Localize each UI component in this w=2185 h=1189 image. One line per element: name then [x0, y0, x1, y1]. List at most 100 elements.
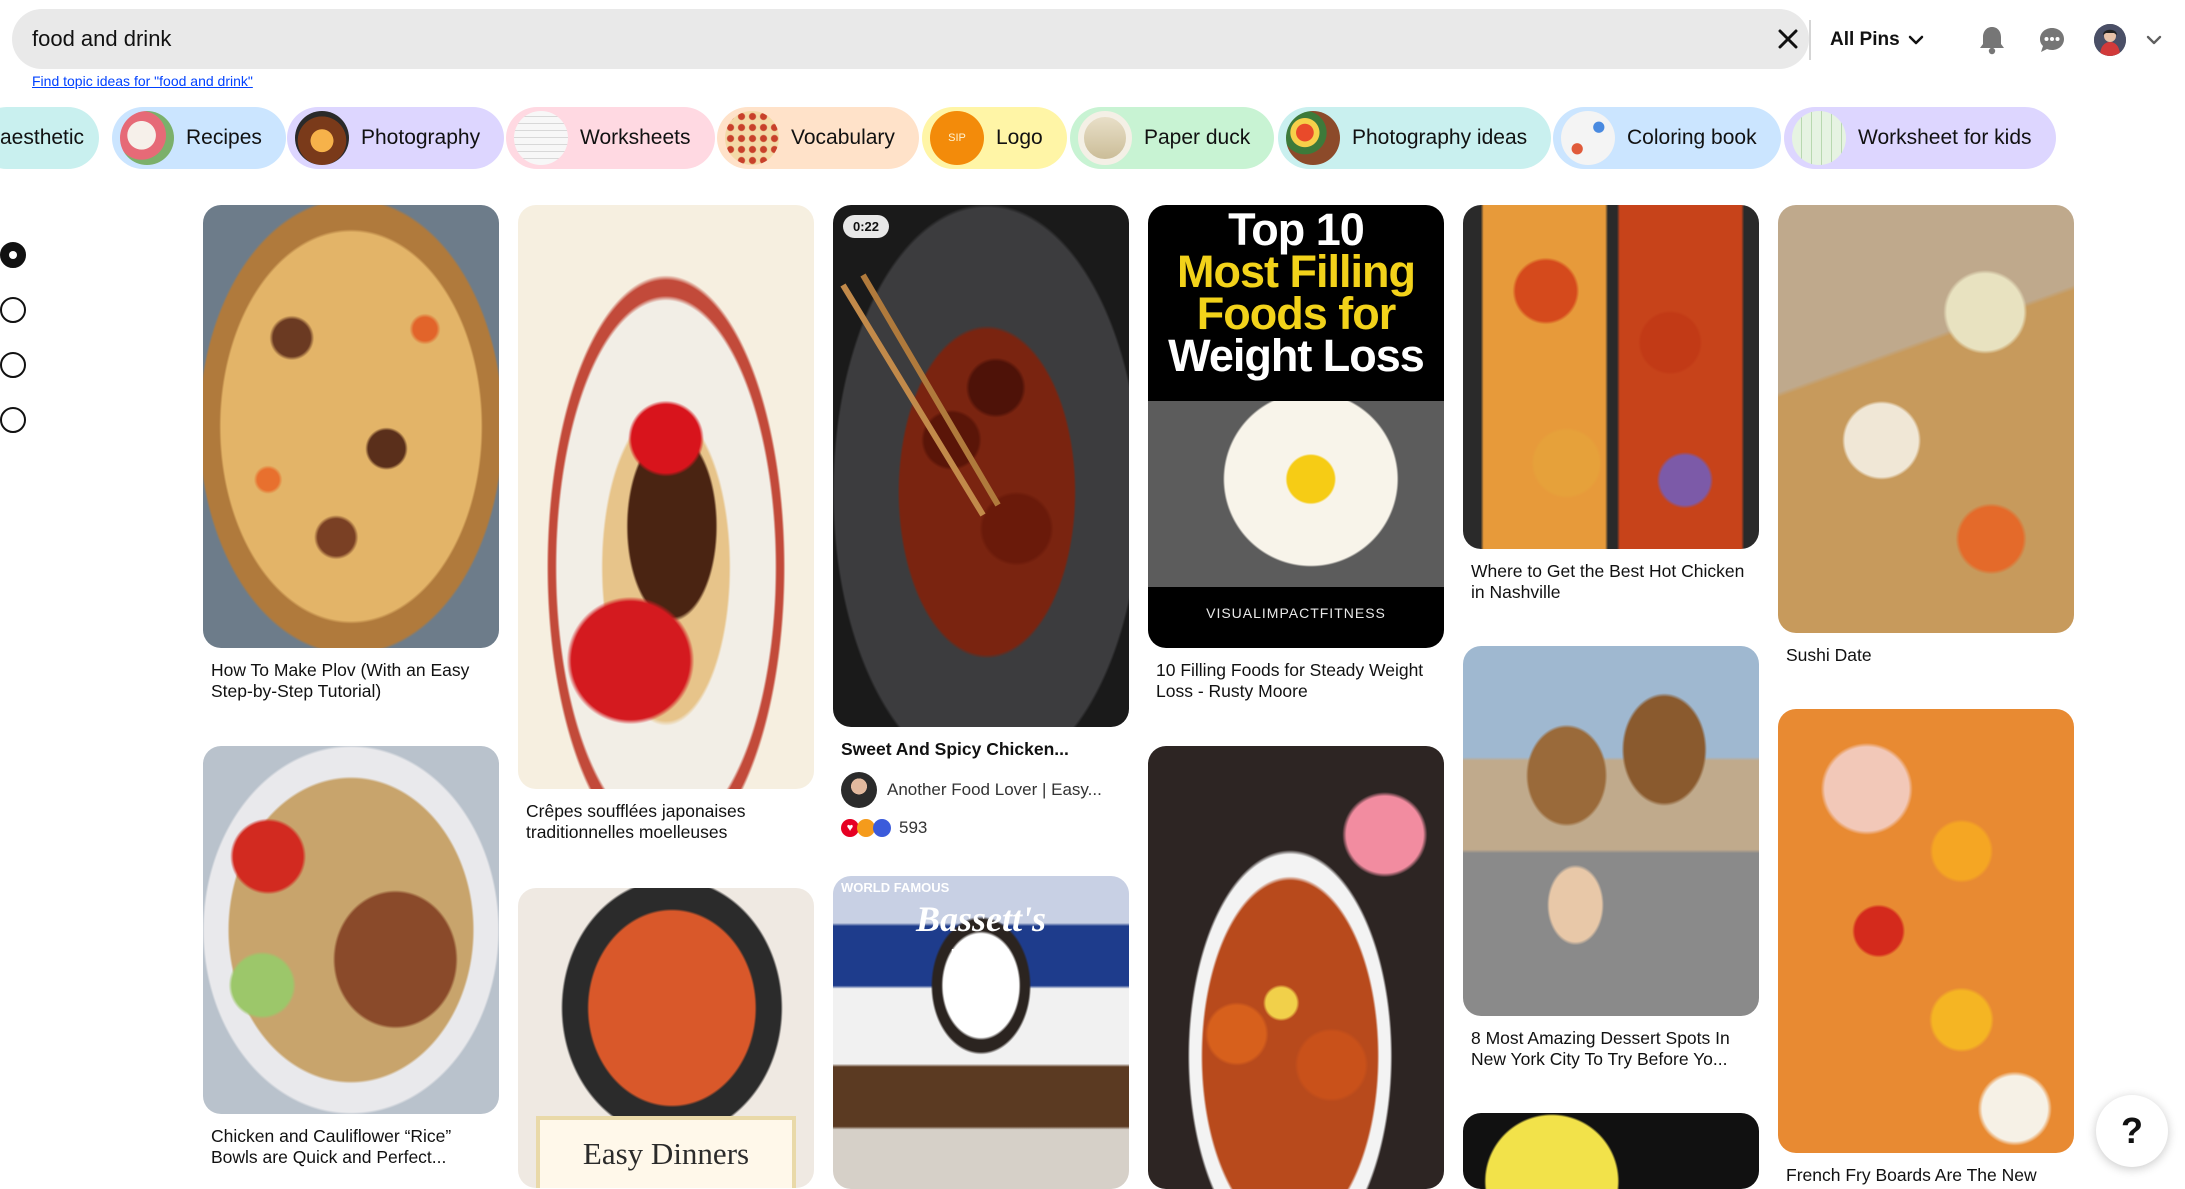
chip-thumbnail: [514, 111, 568, 165]
pin-title[interactable]: 10 Filling Foods for Steady Weight Loss …: [1148, 660, 1444, 702]
pin-title[interactable]: French Fry Boards Are The New: [1778, 1165, 2074, 1186]
chip-label: aesthetic: [0, 126, 85, 149]
search-divider: [1809, 20, 1811, 60]
chip-thumbnail: [1078, 111, 1132, 165]
pin-image[interactable]: [1778, 205, 2074, 633]
chip-thumbnail: SIP: [930, 111, 984, 165]
topic-ideas-link[interactable]: Find topic ideas for "food and drink": [32, 73, 253, 89]
pin-image[interactable]: 0:22: [833, 205, 1129, 727]
pin-image-caption: Easy Dinners: [536, 1116, 796, 1188]
pin-title[interactable]: How To Make Plov (With an Easy Step-by-S…: [203, 660, 499, 702]
video-duration-badge: 0:22: [843, 215, 890, 238]
reaction-count: 593: [899, 818, 928, 837]
pin-image[interactable]: [1463, 646, 1759, 1016]
reaction-icons: ♥: [841, 819, 891, 837]
chip-thumbnail: [1561, 111, 1615, 165]
clear-search-button[interactable]: [1768, 19, 1808, 59]
author-name: Another Food Lover | Easy...: [887, 780, 1102, 799]
chip-thumbnail: [1792, 111, 1846, 165]
chip-photography-ideas[interactable]: Photography ideas: [1278, 107, 1552, 169]
pin-card: Chicken and Cauliflower “Rice” Bowls are…: [203, 746, 499, 1168]
chip-label: Coloring book: [1627, 126, 1757, 149]
headline-line: Most Filling: [1177, 246, 1416, 297]
pin-image[interactable]: Top 10 Most Filling Foods for Weight Los…: [1148, 205, 1444, 648]
pin-card: Top 10 Most Filling Foods for Weight Los…: [1148, 205, 1444, 702]
chip-vocabulary[interactable]: Vocabulary: [717, 107, 919, 169]
chip-label: Logo: [996, 126, 1043, 149]
pin-image-caption: EST. 1861: [951, 946, 1011, 961]
pin-card: [1463, 1113, 1759, 1189]
egg-photo: [1148, 401, 1444, 587]
pin-image-headline: Top 10 Most Filling Foods for Weight Los…: [1148, 205, 1444, 401]
pin-card: Easy Dinners: [518, 888, 814, 1188]
pin-image[interactable]: WORLD FAMOUS Bassett's EST. 1861: [833, 876, 1129, 1189]
pin-image[interactable]: Easy Dinners: [518, 888, 814, 1188]
pin-card: How To Make Plov (With an Easy Step-by-S…: [203, 205, 499, 702]
chip-thumbnail: [120, 111, 174, 165]
pin-card: 0:22 Sweet And Spicy Chicken... Another …: [833, 205, 1129, 838]
chevron-down-icon: [2146, 35, 2162, 45]
pin-image[interactable]: [518, 205, 814, 789]
pin-image[interactable]: [1148, 746, 1444, 1189]
chip-label: Worksheet for kids: [1858, 126, 2032, 149]
pin-image-caption: Bassett's: [915, 899, 1047, 939]
pin-image[interactable]: [1778, 709, 2074, 1153]
pin-card: Sushi Date: [1778, 205, 2074, 666]
search-input[interactable]: [32, 9, 1732, 69]
pin-reactions[interactable]: ♥ 593: [833, 818, 1129, 838]
pin-image[interactable]: [1463, 1113, 1759, 1189]
chip-label: Vocabulary: [791, 126, 895, 149]
chip-label: Photography: [361, 126, 481, 149]
pin-title[interactable]: Crêpes soufflées japonaises traditionnel…: [518, 801, 814, 843]
pin-image-caption: WORLD FAMOUS: [841, 880, 950, 895]
chip-photography[interactable]: Photography: [287, 107, 505, 169]
chip-label: Paper duck: [1144, 126, 1251, 149]
chip-recipes[interactable]: Recipes: [112, 107, 286, 169]
pin-card: [1148, 746, 1444, 1189]
pin-image[interactable]: [203, 746, 499, 1114]
pin-title[interactable]: 8 Most Amazing Dessert Spots In New York…: [1463, 1028, 1759, 1070]
chevron-down-icon: [1908, 35, 1923, 45]
pin-image[interactable]: [203, 205, 499, 648]
search-bar: [12, 9, 1809, 69]
messages-button[interactable]: [2028, 16, 2076, 64]
carousel-dot-3[interactable]: [0, 352, 26, 378]
filter-label: All Pins: [1830, 29, 1900, 50]
user-avatar[interactable]: [2094, 24, 2126, 56]
smile-icon: [873, 819, 891, 837]
pin-filter-dropdown[interactable]: All Pins: [1830, 18, 1924, 62]
help-button[interactable]: ?: [2096, 1095, 2168, 1167]
chip-paper-duck[interactable]: Paper duck: [1070, 107, 1275, 169]
pin-image[interactable]: [1463, 205, 1759, 549]
headline-line: Weight Loss: [1168, 330, 1425, 381]
chip-label: Recipes: [186, 126, 262, 149]
accounts-menu-button[interactable]: [2138, 24, 2170, 56]
pin-title[interactable]: Chicken and Cauliflower “Rice” Bowls are…: [203, 1126, 499, 1168]
pin-title[interactable]: Where to Get the Best Hot Chicken in Nas…: [1463, 561, 1759, 603]
pin-card: WORLD FAMOUS Bassett's EST. 1861: [833, 876, 1129, 1189]
chip-label: Worksheets: [580, 126, 691, 149]
pin-title[interactable]: Sushi Date: [1778, 645, 2074, 666]
carousel-dot-4[interactable]: [0, 407, 26, 433]
chip-worksheet-for-kids[interactable]: Worksheet for kids: [1784, 107, 2056, 169]
chip-logo[interactable]: SIP Logo: [922, 107, 1067, 169]
chat-bubble-icon: [2040, 28, 2064, 52]
pin-title[interactable]: Sweet And Spicy Chicken...: [833, 739, 1129, 760]
chip-aesthetic[interactable]: aesthetic: [0, 107, 99, 169]
pin-card: French Fry Boards Are The New: [1778, 709, 2074, 1186]
carousel-dot-1[interactable]: [0, 242, 26, 268]
headline-line: Top 10: [1228, 205, 1365, 255]
headline-line: Foods for: [1196, 288, 1396, 339]
brand-label: VISUALIMPACTFITNESS: [1206, 605, 1386, 621]
pin-card: Crêpes soufflées japonaises traditionnel…: [518, 205, 814, 843]
carousel-dot-2[interactable]: [0, 297, 26, 323]
pin-author[interactable]: Another Food Lover | Easy...: [833, 772, 1129, 808]
chip-coloring-book[interactable]: Coloring book: [1553, 107, 1781, 169]
chip-worksheets[interactable]: Worksheets: [506, 107, 715, 169]
pin-card: Where to Get the Best Hot Chicken in Nas…: [1463, 205, 1759, 603]
chopsticks-graphic: [840, 273, 1001, 517]
author-avatar: [841, 772, 877, 808]
notifications-button[interactable]: [1968, 16, 2016, 64]
chip-label: Photography ideas: [1352, 126, 1528, 149]
chip-thumbnail: [725, 111, 779, 165]
